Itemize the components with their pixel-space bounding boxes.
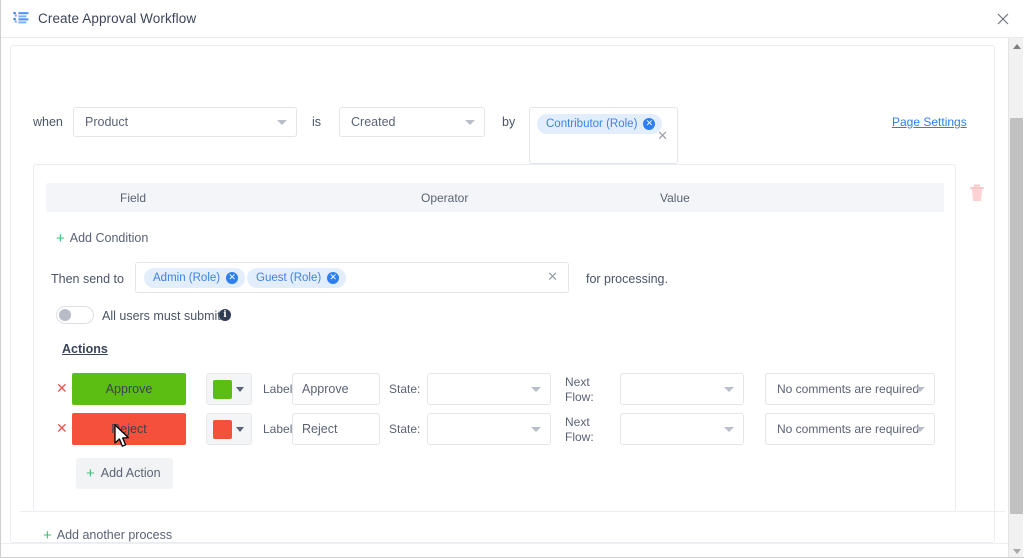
token-label: Contributor (Role) [546, 118, 638, 130]
action-comments-value: No comments are required [777, 422, 920, 436]
next-flow-caption: Next Flow: [565, 375, 594, 404]
action-label-input[interactable] [292, 373, 380, 405]
remove-token-icon[interactable]: ✕ [327, 272, 340, 284]
divider [20, 511, 1005, 512]
token[interactable]: Contributor (Role) ✕ [537, 114, 663, 134]
then-send-to-label: Then send to [51, 272, 124, 286]
object-select-value: Product [85, 115, 129, 129]
dialog-title: Create Approval Workflow [38, 11, 197, 26]
chevron-down-icon [724, 427, 734, 432]
column-header-value: Value [660, 191, 690, 205]
process-box: Field Operator Value + Add Condition Then… [33, 164, 956, 512]
label-caption: Label: [263, 382, 296, 396]
chevron-down-icon [236, 387, 244, 392]
add-another-process-button[interactable]: + Add another process [43, 527, 172, 544]
action-button[interactable]: Reject [72, 413, 186, 445]
dialog-titlebar: Create Approval Workflow [1, 0, 1024, 38]
scroll-up-icon[interactable] [1009, 38, 1024, 52]
dialog-footer: Cancel Save Workflow [1, 543, 1009, 557]
page-settings-link[interactable]: Page Settings [892, 115, 967, 129]
trigger-row: when Product is Created by Contributor (… [11, 46, 996, 164]
color-swatch [213, 380, 232, 399]
scroll-down-icon[interactable] [1009, 544, 1024, 557]
chevron-down-icon [236, 427, 244, 432]
remove-action-icon[interactable]: ✕ [56, 381, 68, 397]
all-users-must-submit-label: All users must submit [102, 309, 221, 323]
column-header-field: Field [120, 191, 147, 205]
chevron-down-icon [465, 120, 475, 125]
workflow-card: when Product is Created by Contributor (… [10, 45, 1005, 544]
clear-icon[interactable]: ✕ [657, 129, 668, 144]
column-header-operator: Operator [421, 191, 469, 205]
info-icon[interactable]: i [219, 309, 231, 321]
action-color-picker[interactable] [206, 373, 252, 405]
action-comments-select[interactable]: No comments are required [765, 373, 935, 405]
add-another-process-label: Add another process [56, 528, 173, 542]
for-processing-label: for processing. [586, 272, 668, 286]
action-row: ✕ Reject Label: State: Next Flow: [34, 413, 957, 446]
chevron-down-icon [915, 387, 925, 392]
by-roles-multiselect[interactable]: Contributor (Role) ✕ ✕ [529, 107, 678, 164]
remove-token-icon[interactable]: ✕ [643, 118, 656, 130]
task-list-icon [13, 11, 29, 27]
token[interactable]: Guest (Role) ✕ [247, 268, 347, 288]
token-label: Admin (Role) [153, 272, 221, 284]
add-action-label: Add Action [100, 466, 161, 480]
chevron-down-icon [915, 427, 925, 432]
action-state-select[interactable] [427, 413, 551, 445]
add-condition-button[interactable]: + Add Condition [56, 230, 148, 247]
toggle-knob [59, 309, 71, 321]
action-button[interactable]: Approve [72, 373, 186, 405]
add-action-button[interactable]: + Add Action [76, 458, 173, 489]
vertical-scrollbar[interactable] [1008, 38, 1024, 557]
close-icon[interactable] [995, 11, 1011, 27]
state-caption: State: [389, 422, 421, 436]
event-select-value: Created [351, 115, 396, 129]
remove-token-icon[interactable]: ✕ [226, 272, 239, 284]
send-to-multiselect[interactable]: Admin (Role) ✕ Guest (Role) ✕ ✕ [135, 262, 569, 293]
scrollbar-thumb[interactable] [1010, 118, 1023, 514]
label-caption: Label: [263, 422, 296, 436]
remove-action-icon[interactable]: ✕ [56, 421, 68, 437]
color-swatch [213, 420, 232, 439]
actions-heading: Actions [62, 342, 108, 356]
action-next-flow-select[interactable] [620, 373, 744, 405]
chevron-down-icon [531, 427, 541, 432]
action-comments-select[interactable]: No comments are required [765, 413, 935, 445]
event-select[interactable]: Created [339, 107, 485, 137]
clear-icon[interactable]: ✕ [547, 270, 558, 285]
create-approval-workflow-dialog: Create Approval Workflow when Product is… [0, 0, 1024, 558]
trash-icon[interactable] [969, 184, 985, 202]
plus-icon: + [43, 527, 52, 544]
when-label: when [33, 115, 63, 129]
token-label: Guest (Role) [256, 272, 322, 284]
action-comments-value: No comments are required [777, 382, 920, 396]
state-caption: State: [389, 382, 421, 396]
action-color-picker[interactable] [206, 413, 252, 445]
plus-icon: + [86, 465, 95, 482]
action-row: ✕ Approve Label: State: Next Flow: [34, 373, 957, 406]
is-label: is [312, 115, 322, 129]
conditions-table-header: Field Operator Value [46, 183, 944, 212]
chevron-down-icon [724, 387, 734, 392]
dialog-body: when Product is Created by Contributor (… [1, 38, 1009, 557]
add-condition-label: Add Condition [69, 231, 149, 245]
token[interactable]: Admin (Role) ✕ [144, 268, 246, 288]
chevron-down-icon [531, 387, 541, 392]
object-select[interactable]: Product [73, 107, 297, 137]
action-label-input[interactable] [292, 413, 380, 445]
action-state-select[interactable] [427, 373, 551, 405]
plus-icon: + [56, 230, 65, 247]
action-next-flow-select[interactable] [620, 413, 744, 445]
by-label: by [502, 115, 516, 129]
next-flow-caption: Next Flow: [565, 415, 594, 444]
chevron-down-icon [277, 120, 287, 125]
all-users-must-submit-toggle[interactable] [56, 306, 94, 324]
